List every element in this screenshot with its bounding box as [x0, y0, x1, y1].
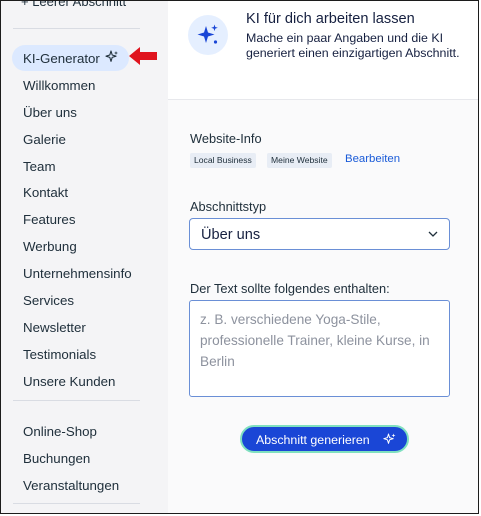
sidebar-item-team[interactable]: Team [23, 159, 56, 174]
divider [13, 28, 140, 29]
section-type-label: Abschnittstyp [190, 199, 267, 214]
divider [13, 400, 140, 401]
sidebar: + Leerer Abschnitt KI-Generator Willkomm… [1, 1, 168, 513]
sidebar-item-buchungen[interactable]: Buchungen [23, 451, 90, 466]
sidebar-item-veranstaltungen[interactable]: Veranstaltungen [23, 478, 119, 493]
tag-local-business: Local Business [190, 153, 256, 168]
sidebar-item-werbung[interactable]: Werbung [23, 239, 77, 254]
section-type-select[interactable]: Über uns [189, 218, 450, 250]
section-type-value: Über uns [201, 227, 261, 243]
sidebar-item-features[interactable]: Features [23, 212, 75, 227]
sidebar-item-kontakt[interactable]: Kontakt [23, 185, 68, 200]
generate-button-label: Abschnitt generieren [256, 433, 370, 447]
sidebar-item-label: KI-Generator [23, 51, 100, 66]
sidebar-item-unternehmensinfo[interactable]: Unternehmensinfo [23, 266, 132, 281]
generate-section-button[interactable]: Abschnitt generieren [240, 425, 409, 453]
red-arrow-icon [129, 47, 157, 65]
sidebar-item-willkommen[interactable]: Willkommen [23, 78, 95, 93]
divider [13, 503, 140, 504]
banner-title: KI für dich arbeiten lassen [246, 11, 415, 27]
sidebar-item-testimonials[interactable]: Testimonials [23, 347, 96, 362]
ai-generator-panel: KI für dich arbeiten lassen Mache ein pa… [168, 1, 478, 513]
sidebar-item-newsletter[interactable]: Newsletter [23, 320, 86, 335]
add-blank-section-link[interactable]: + Leerer Abschnitt [21, 1, 126, 9]
tag-my-website: Meine Website [267, 153, 332, 168]
app-frame: + Leerer Abschnitt KI-Generator Willkomm… [0, 0, 479, 514]
sparkle-icon [105, 50, 118, 62]
content-label: Der Text sollte folgendes enthalten: [190, 281, 390, 296]
sidebar-item-online-shop[interactable]: Online-Shop [23, 424, 97, 439]
website-info-label: Website-Info [190, 131, 262, 146]
sidebar-item-galerie[interactable]: Galerie [23, 132, 66, 147]
sparkle-icon [383, 433, 396, 444]
ai-sparkle-icon [188, 15, 228, 55]
content-textarea[interactable] [189, 300, 450, 397]
sidebar-item-ueber-uns[interactable]: Über uns [23, 105, 77, 120]
chevron-down-icon [428, 231, 438, 237]
sidebar-item-unsere-kunden[interactable]: Unsere Kunden [23, 374, 115, 389]
sidebar-item-services[interactable]: Services [23, 293, 74, 308]
info-banner: KI für dich arbeiten lassen Mache ein pa… [168, 1, 478, 100]
banner-description: Mache ein paar Angaben und die KI generi… [246, 31, 460, 60]
edit-website-info-link[interactable]: Bearbeiten [345, 153, 400, 165]
